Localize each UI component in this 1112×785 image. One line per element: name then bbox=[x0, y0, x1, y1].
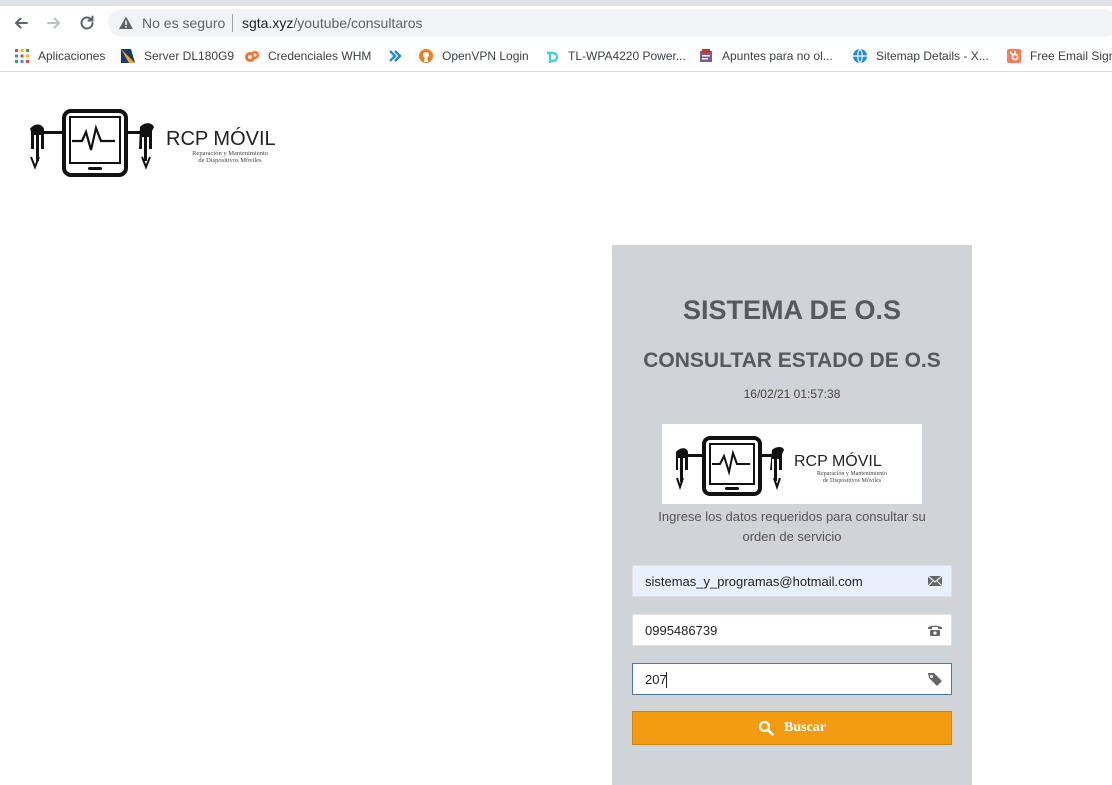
openvpn-icon bbox=[419, 49, 433, 63]
reload-button[interactable] bbox=[76, 12, 98, 34]
panel-logo: RCP MÓVIL Reparación y Mantenimiento de … bbox=[662, 424, 922, 504]
consult-panel: SISTEMA DE O.S CONSULTAR ESTADO DE O.S 1… bbox=[612, 245, 972, 785]
phone-field[interactable] bbox=[632, 614, 952, 646]
panel-logo-tagline-2: de Dispositivos Móviles bbox=[823, 478, 882, 484]
bookmark-label: OpenVPN Login bbox=[442, 49, 529, 63]
back-arrow-icon bbox=[15, 17, 28, 29]
tplink-icon bbox=[547, 51, 559, 63]
logo-tagline-1: Reparación y Mantenimiento bbox=[192, 150, 268, 157]
bookmark-aplicaciones[interactable]: Aplicaciones bbox=[14, 47, 105, 65]
envelope-icon bbox=[927, 575, 943, 587]
bookmark-arrow[interactable] bbox=[387, 47, 411, 65]
email-input[interactable] bbox=[633, 566, 921, 596]
apps-grid-icon bbox=[15, 49, 29, 63]
bookmark-label: Server DL180G9 bbox=[144, 49, 235, 63]
bookmarks-bar: Aplicaciones Server DL180G9 Credenciales… bbox=[0, 40, 1112, 72]
panel-logo-tagline-1: Reparación y Mantenimiento bbox=[817, 471, 887, 477]
bookmark-label: Apuntes para no ol... bbox=[722, 49, 833, 63]
bookmark-credenciales[interactable]: Credenciales WHM bbox=[244, 47, 371, 65]
warning-icon[interactable] bbox=[118, 15, 134, 31]
address-bar[interactable]: No es seguro sgta.xyz/youtube/consultaro… bbox=[108, 9, 1112, 37]
search-button[interactable]: Buscar bbox=[632, 711, 952, 745]
url-host: sgta.xyz bbox=[242, 15, 294, 31]
omnibox-divider bbox=[232, 14, 233, 32]
phone-input[interactable] bbox=[633, 615, 921, 645]
forward-arrow-icon bbox=[47, 17, 60, 29]
globe-icon bbox=[853, 48, 867, 64]
logo-tagline-2: de Dispositivos Móviles bbox=[198, 157, 262, 164]
bookmark-label: Free Email Signa bbox=[1030, 49, 1112, 63]
cpanel-icon bbox=[245, 51, 259, 62]
bookmark-sitemap[interactable]: Sitemap Details - X... bbox=[852, 47, 989, 65]
url-path: /youtube/consultaros bbox=[293, 15, 423, 31]
search-icon bbox=[758, 720, 774, 736]
current-datetime: 16/02/21 01:57:38 bbox=[743, 387, 841, 401]
bookmark-apuntes[interactable]: Apuntes para no ol... bbox=[698, 47, 833, 65]
text-cursor bbox=[666, 672, 667, 688]
site-logo[interactable]: RCP MÓVIL Reparación y Mantenimiento de … bbox=[16, 101, 306, 183]
rcp-movil-logo: RCP MÓVIL Reparación y Mantenimiento de … bbox=[30, 109, 276, 177]
notes-icon bbox=[700, 49, 712, 62]
bookmark-label: TL-WPA4220 Power... bbox=[568, 49, 686, 63]
bookmark-label: Aplicaciones bbox=[38, 49, 106, 63]
rcp-movil-logo-small: RCP MÓVIL Reparación y Mantenimiento de … bbox=[676, 436, 887, 496]
panel-title: SISTEMA DE O.S bbox=[682, 295, 902, 325]
forward-button[interactable] bbox=[43, 12, 65, 34]
search-button-label: Buscar bbox=[784, 720, 826, 735]
logo-text: RCP MÓVIL bbox=[166, 127, 276, 150]
security-label[interactable]: No es seguro bbox=[142, 15, 225, 31]
server-icon bbox=[121, 49, 135, 63]
instructions-text: Ingrese los datos requeridos para consul… bbox=[658, 509, 926, 544]
bookmark-label: Sitemap Details - X... bbox=[876, 49, 989, 63]
hubspot-icon bbox=[1007, 49, 1021, 63]
bookmark-server[interactable]: Server DL180G9 bbox=[120, 47, 234, 65]
page-content: RCP MÓVIL Reparación y Mantenimiento de … bbox=[0, 73, 1112, 785]
phone-icon bbox=[928, 625, 942, 636]
panel-subtitle: CONSULTAR ESTADO DE O.S bbox=[643, 349, 941, 372]
url-text[interactable]: sgta.xyz/youtube/consultaros bbox=[242, 15, 423, 31]
bookmark-tplink[interactable]: TL-WPA4220 Power... bbox=[544, 47, 686, 65]
panel-logo-text: RCP MÓVIL bbox=[794, 451, 882, 470]
back-button[interactable] bbox=[10, 12, 32, 34]
order-number-field[interactable] bbox=[632, 663, 952, 695]
order-number-input[interactable] bbox=[633, 664, 921, 694]
bookmark-free-email[interactable]: Free Email Signa bbox=[1006, 47, 1112, 65]
bookmark-label: Credenciales WHM bbox=[268, 49, 372, 63]
browser-toolbar: No es seguro sgta.xyz/youtube/consultaro… bbox=[0, 6, 1112, 40]
arrow-right-icon bbox=[389, 50, 402, 62]
bookmark-openvpn[interactable]: OpenVPN Login bbox=[418, 47, 529, 65]
email-field[interactable] bbox=[632, 565, 952, 597]
tag-icon bbox=[928, 673, 942, 686]
reload-icon bbox=[80, 15, 94, 30]
